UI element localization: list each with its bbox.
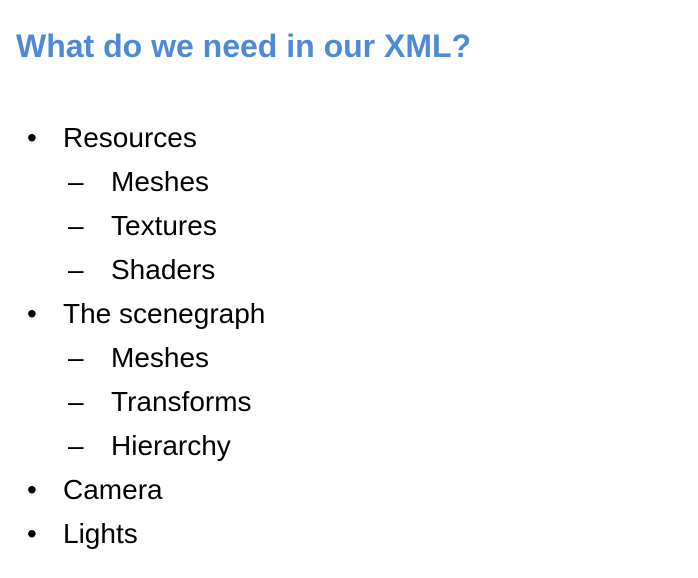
bullet-marker: • — [27, 474, 37, 505]
sub-bullet-text: Meshes — [111, 166, 210, 197]
bullet-list: • Resources – Meshes – Textures – Shader… — [0, 116, 698, 556]
sub-bullet-item-meshes: – Meshes — [0, 160, 698, 204]
sub-bullet-item-transforms: – Transforms — [0, 380, 698, 424]
sub-bullet-marker: – — [68, 386, 84, 417]
sub-bullet-marker: – — [68, 254, 84, 285]
sub-bullet-item-shaders: – Shaders — [0, 248, 698, 292]
bullet-marker: • — [27, 298, 37, 329]
sub-bullet-item-hierarchy: – Hierarchy — [0, 424, 698, 468]
slide: What do we need in our XML? • Resources … — [0, 0, 698, 578]
bullet-item-lights: • Lights — [0, 512, 698, 556]
sub-bullet-text: Shaders — [111, 254, 216, 285]
sub-bullet-marker: – — [68, 210, 84, 241]
sub-bullet-marker: – — [68, 430, 84, 461]
slide-title: What do we need in our XML? — [16, 28, 472, 64]
bullet-text: Resources — [63, 122, 197, 153]
sub-bullet-text: Transforms — [111, 386, 252, 417]
bullet-item-camera: • Camera — [0, 468, 698, 512]
bullet-item-resources: • Resources — [0, 116, 698, 160]
sub-bullet-text: Textures — [111, 210, 217, 241]
bullet-marker: • — [27, 518, 37, 549]
sub-bullet-text: Hierarchy — [111, 430, 231, 461]
bullet-text: Lights — [63, 518, 138, 549]
bullet-item-scenegraph: • The scenegraph — [0, 292, 698, 336]
bullet-text: The scenegraph — [63, 298, 266, 329]
bullet-marker: • — [27, 122, 37, 153]
sub-bullet-text: Meshes — [111, 342, 210, 373]
sub-bullet-marker: – — [68, 166, 84, 197]
bullet-text: Camera — [63, 474, 163, 505]
sub-bullet-item-textures: – Textures — [0, 204, 698, 248]
sub-bullet-marker: – — [68, 342, 84, 373]
sub-bullet-item-meshes: – Meshes — [0, 336, 698, 380]
